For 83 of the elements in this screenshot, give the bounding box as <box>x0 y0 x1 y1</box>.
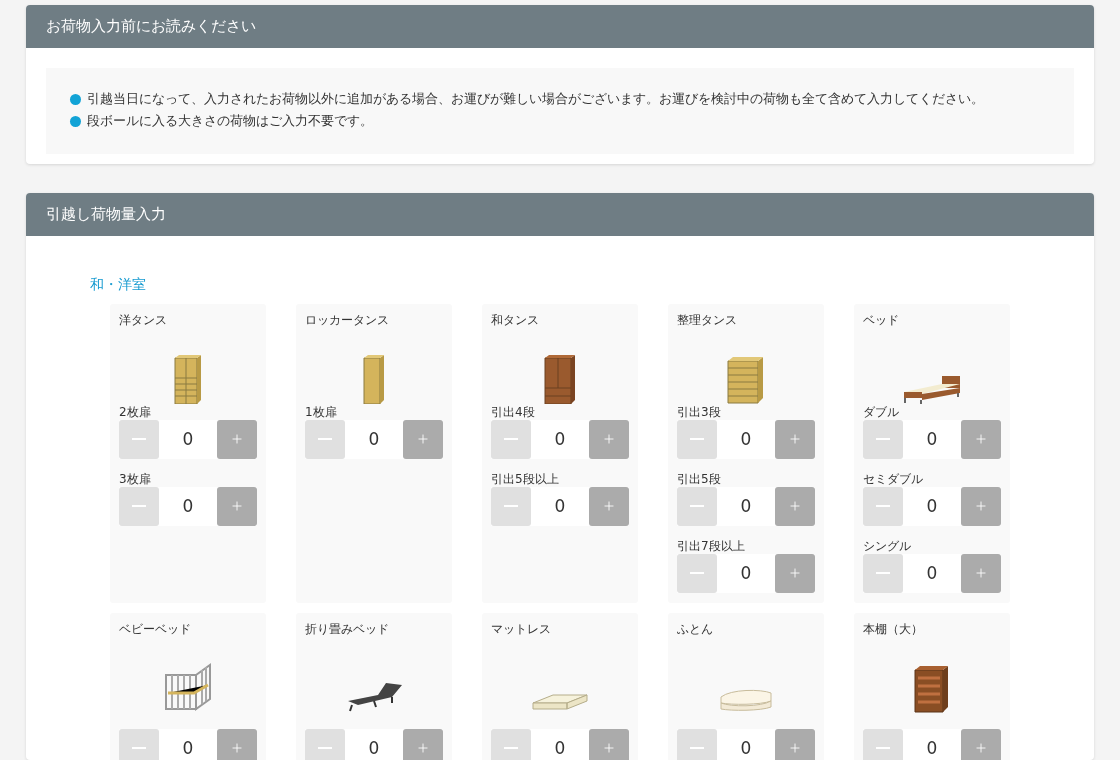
size-label: 引出5段 <box>677 470 722 487</box>
furniture-name: 折り畳みベッド <box>305 620 390 637</box>
plus-icon <box>602 741 616 755</box>
furniture-name: 洋タンス <box>119 311 168 328</box>
plus-icon <box>602 499 616 513</box>
increment-button[interactable] <box>775 419 815 459</box>
plus-icon <box>230 432 244 446</box>
chest-of-drawers-icon <box>726 355 766 404</box>
card-header: お荷物入力前にお読みください <box>26 5 1094 48</box>
quantity-value: 0 <box>925 562 939 585</box>
notice-text: 引越当日になって、入力されたお荷物以外に追加がある場合、お運びが難しい場合がございます。お運びを検討中の荷物も全て含めて入力してください。 <box>87 90 984 108</box>
quantity-value: 0 <box>739 428 753 451</box>
increment-button[interactable] <box>217 728 257 760</box>
quantity-value: 0 <box>553 428 567 451</box>
size-label: 2枚扉 <box>119 403 152 420</box>
increment-button[interactable] <box>961 419 1001 459</box>
locker-icon <box>362 353 386 404</box>
quantity-value: 0 <box>181 737 195 760</box>
furniture-name: 整理タンス <box>677 311 738 328</box>
quantity-value: 0 <box>739 562 753 585</box>
furniture-name: 和タンス <box>491 311 540 328</box>
quantity-value: 0 <box>553 737 567 760</box>
increment-button[interactable] <box>775 728 815 760</box>
notice-text: 段ボールに入る大きさの荷物はご入力不要です。 <box>87 112 373 130</box>
plus-icon <box>974 499 988 513</box>
size-label: 1枚扉 <box>305 403 338 420</box>
size-label: シングル <box>863 537 912 554</box>
increment-button[interactable] <box>961 486 1001 526</box>
increment-button[interactable] <box>589 486 629 526</box>
plus-icon <box>974 741 988 755</box>
increment-button[interactable] <box>961 728 1001 760</box>
plus-icon <box>974 432 988 446</box>
plus-icon <box>788 432 802 446</box>
size-label: 引出3段 <box>677 403 722 420</box>
furniture-name: ベッド <box>863 311 900 328</box>
increment-button[interactable] <box>217 419 257 459</box>
plus-icon <box>788 499 802 513</box>
increment-button[interactable] <box>403 728 443 760</box>
size-label: 引出5段以上 <box>491 470 560 487</box>
plus-icon <box>230 499 244 513</box>
furniture-name: マットレス <box>491 620 552 637</box>
bookshelf-icon <box>913 664 951 713</box>
size-label: 引出4段 <box>491 403 536 420</box>
furniture-name: ロッカータンス <box>305 311 390 328</box>
quantity-value: 0 <box>739 737 753 760</box>
increment-button[interactable] <box>961 553 1001 593</box>
quantity-value: 0 <box>181 428 195 451</box>
plus-icon <box>602 432 616 446</box>
plus-icon <box>788 741 802 755</box>
bed-icon <box>902 373 962 404</box>
furniture-name: 本棚（大） <box>863 620 924 637</box>
bullet-icon <box>70 115 81 127</box>
increment-button[interactable] <box>403 419 443 459</box>
bullet-icon <box>70 93 81 105</box>
size-label: 引出7段以上 <box>677 537 746 554</box>
plus-icon <box>230 741 244 755</box>
plus-icon <box>416 741 430 755</box>
quantity-value: 0 <box>739 495 753 518</box>
quantity-value: 0 <box>367 428 381 451</box>
quantity-value: 0 <box>367 737 381 760</box>
room-category-label: 和・洋室 <box>90 275 147 294</box>
cabinet-icon <box>543 353 577 404</box>
quantity-value: 0 <box>181 495 195 518</box>
increment-button[interactable] <box>775 553 815 593</box>
increment-button[interactable] <box>589 728 629 760</box>
crib-icon <box>162 660 214 713</box>
quantity-value: 0 <box>925 737 939 760</box>
increment-button[interactable] <box>589 419 629 459</box>
size-label: ダブル <box>863 403 900 420</box>
furniture-name: ベビーベッド <box>119 620 192 637</box>
plus-icon <box>974 566 988 580</box>
quantity-value: 0 <box>925 428 939 451</box>
increment-button[interactable] <box>217 486 257 526</box>
size-label: セミダブル <box>863 470 924 487</box>
quantity-value: 0 <box>553 495 567 518</box>
plus-icon <box>416 432 430 446</box>
furniture-name: ふとん <box>677 620 714 637</box>
quantity-value: 0 <box>925 495 939 518</box>
plus-icon <box>788 566 802 580</box>
size-label: 3枚扉 <box>119 470 152 487</box>
card-header: 引越し荷物量入力 <box>26 192 1094 236</box>
wardrobe-icon <box>173 353 203 404</box>
increment-button[interactable] <box>775 486 815 526</box>
